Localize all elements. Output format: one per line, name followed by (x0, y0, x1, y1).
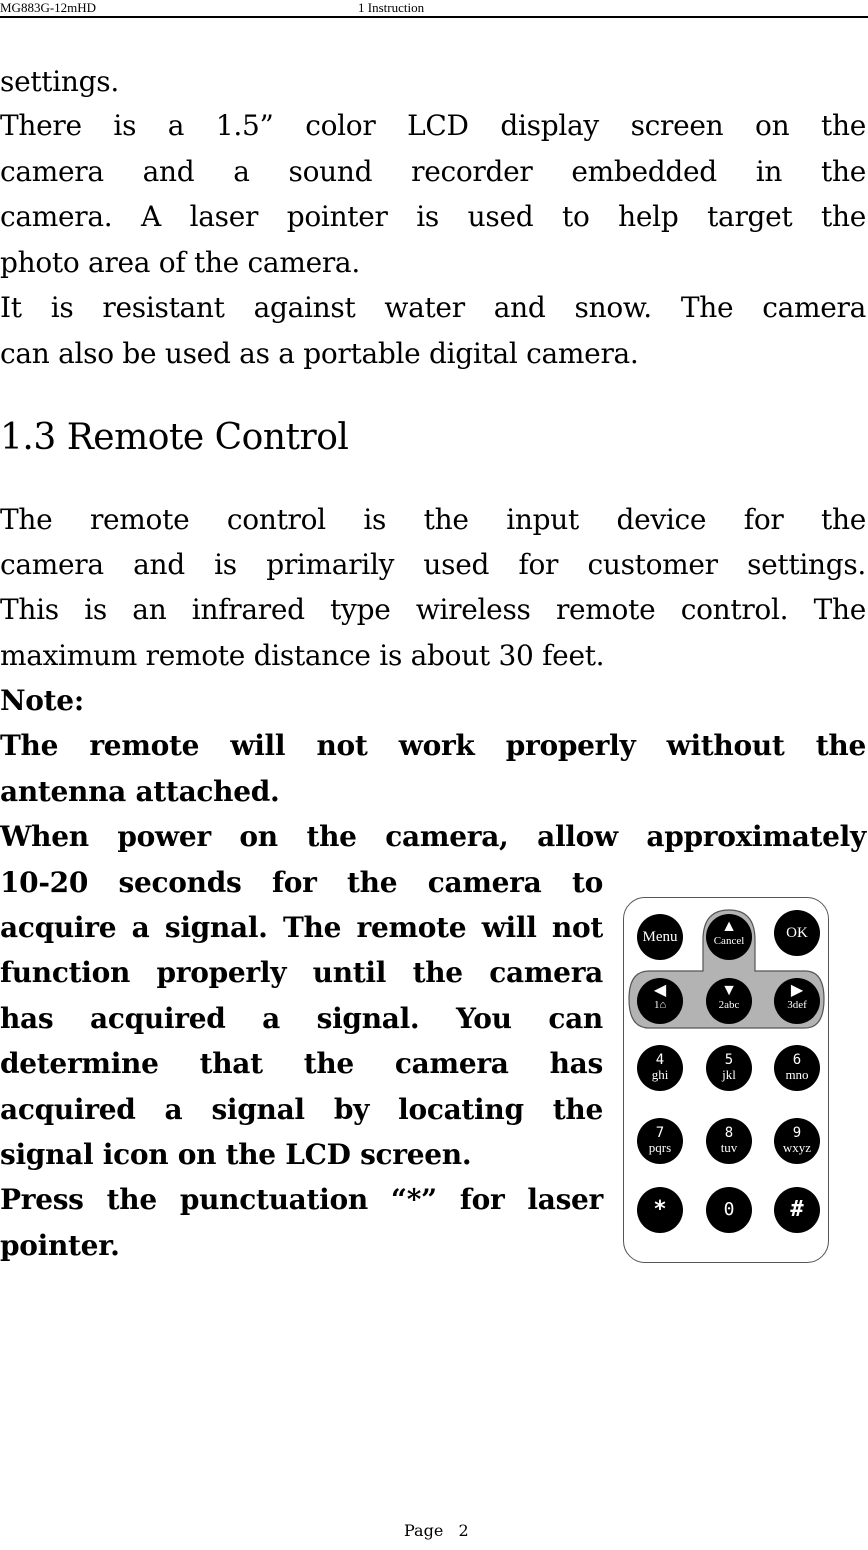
key-4-button[interactable]: 4 ghi (637, 1045, 683, 1091)
text-line: Press the punctuation “*” for laser (0, 1183, 603, 1216)
text-line: maximum remote distance is about 30 feet… (0, 639, 605, 672)
asterisk-icon: * (653, 1197, 667, 1222)
text-line: camera and is primarily used for custome… (0, 548, 866, 581)
key-9-button[interactable]: 9 wxyz (774, 1118, 820, 1164)
left-1-button[interactable]: ◀ 1⌂ (637, 978, 683, 1024)
text-line: camera. A laser pointer is used to help … (0, 200, 866, 233)
hash-button[interactable]: # (774, 1187, 820, 1233)
text-line: 10-20 seconds for the camera to (0, 866, 603, 899)
key-0-button[interactable]: 0 (706, 1187, 752, 1233)
text-line: The remote will not work properly withou… (0, 729, 866, 762)
text-line: camera and a sound recorder embedded in … (0, 155, 866, 188)
arrow-down-icon: ▼ (721, 982, 737, 999)
down-2-button[interactable]: ▼ 2abc (706, 978, 752, 1024)
ok-button[interactable]: OK (774, 910, 820, 956)
right-3-button[interactable]: ▶ 3def (774, 978, 820, 1024)
key-7-button[interactable]: 7 pqrs (637, 1118, 683, 1164)
remote-control-illustration: Menu ▲ Cancel OK ◀ 1⌂ ▼ 2abc ▶ 3def 4 gh… (623, 897, 829, 1263)
hash-icon: # (790, 1197, 804, 1222)
text-line: function properly until the camera (0, 956, 603, 989)
menu-button[interactable]: Menu (637, 914, 683, 960)
text-line: has acquired a signal. You can (0, 1002, 603, 1035)
text-line: acquired a signal by locating the (0, 1093, 603, 1126)
key-5-button[interactable]: 5 jkl (706, 1045, 752, 1091)
text-line: acquire a signal. The remote will not (0, 911, 603, 944)
key-6-button[interactable]: 6 mno (774, 1045, 820, 1091)
header-model: MG883G-12mHD (0, 0, 97, 15)
header-chapter: 1 Instruction (358, 0, 425, 15)
text-line: The remote control is the input device f… (0, 503, 866, 536)
arrow-left-icon: ◀ (653, 982, 667, 999)
text-line: can also be used as a portable digital c… (0, 337, 639, 370)
text-line: pointer. (0, 1229, 120, 1262)
text-line: There is a 1.5” color LCD display screen… (0, 109, 866, 142)
cancel-up-button[interactable]: ▲ Cancel (706, 914, 752, 960)
text-line: determine that the camera has (0, 1047, 603, 1080)
star-laser-button[interactable]: * (637, 1187, 683, 1233)
page-header: MG883G-12mHD 1 Instruction (0, 0, 868, 18)
key-8-button[interactable]: 8 tuv (706, 1118, 752, 1164)
text-line: When power on the camera, allow approxim… (0, 820, 866, 853)
text-line: photo area of the camera. (0, 246, 360, 279)
section-heading: 1.3 Remote Control (0, 417, 349, 458)
arrow-up-icon: ▲ (721, 918, 737, 935)
text-line: It is resistant against water and snow. … (0, 291, 866, 324)
arrow-right-icon: ▶ (790, 982, 804, 999)
text-line: antenna attached. (0, 775, 280, 808)
note-label: Note: (0, 684, 84, 717)
text-line: settings. (0, 65, 119, 98)
page-number: Page 2 (404, 1521, 469, 1540)
text-line: signal icon on the LCD screen. (0, 1138, 472, 1171)
text-line: This is an infrared type wireless remote… (0, 593, 866, 626)
